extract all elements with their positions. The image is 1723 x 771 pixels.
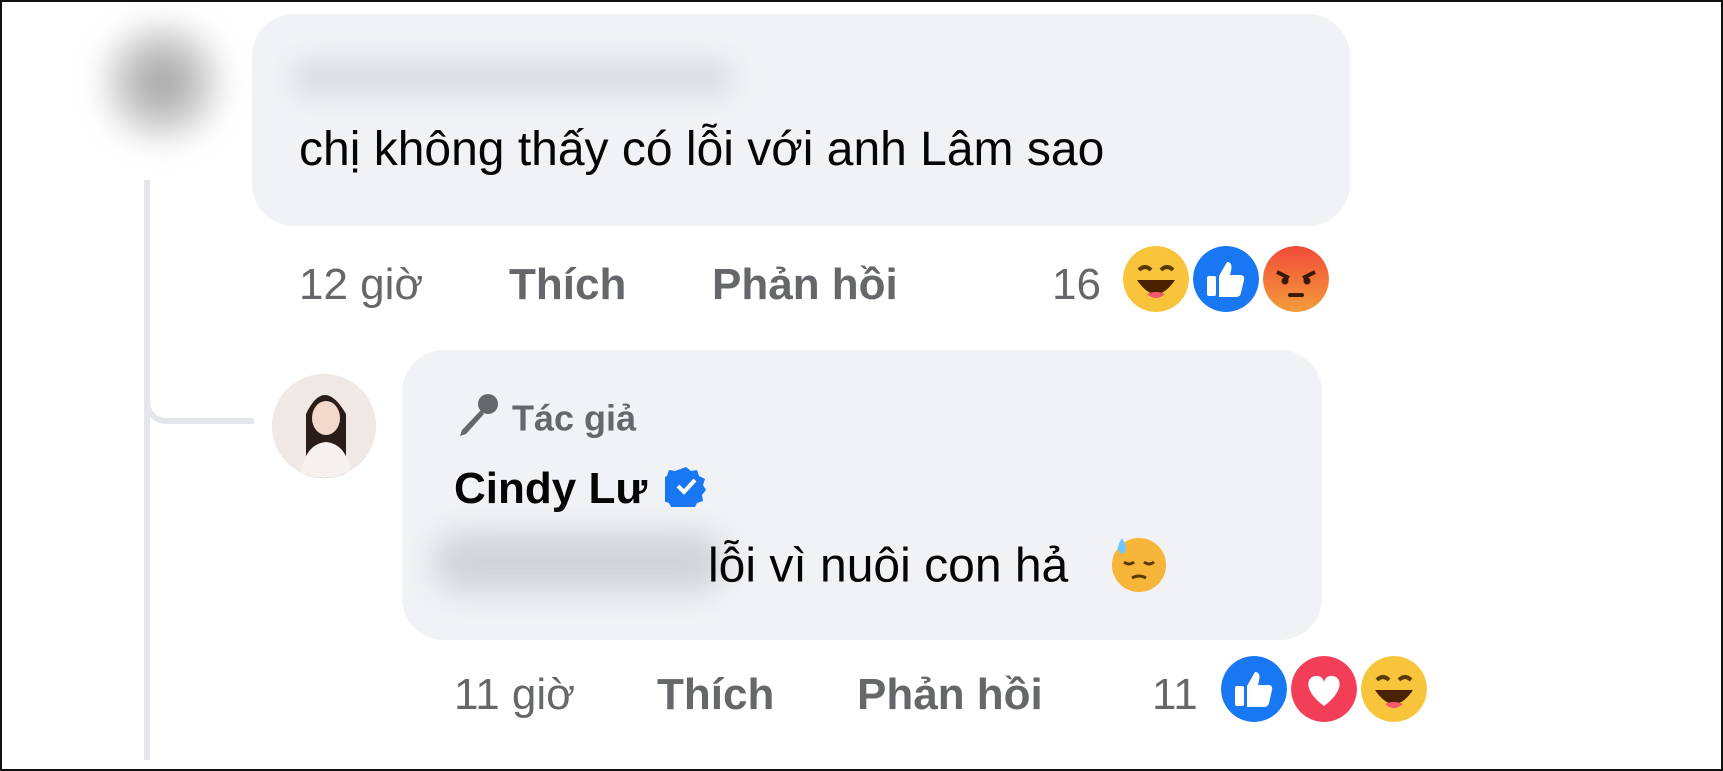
reply-reply-button[interactable]: Phản hồi (857, 670, 1043, 720)
verified-badge-icon (660, 465, 707, 518)
reply-text-content: lỗi vì nuôi con hả (708, 539, 1069, 593)
author-name[interactable]: Cindy Lư (454, 464, 647, 513)
reply-connector-line (144, 362, 254, 424)
author-avatar[interactable] (272, 374, 376, 478)
author-name-row[interactable]: Cindy Lư (454, 464, 707, 518)
haha-icon[interactable] (1119, 242, 1193, 316)
thread-line (144, 180, 150, 760)
blurred-avatar[interactable] (102, 22, 222, 142)
angry-icon[interactable] (1259, 242, 1333, 316)
microphone-icon (454, 390, 502, 447)
reply-timestamp[interactable]: 11 giờ (454, 670, 575, 720)
comment-bubble (252, 14, 1350, 226)
like-icon[interactable] (1217, 652, 1291, 726)
downcast-sweat-emoji-icon (1108, 532, 1170, 606)
reply-text: lỗi vì nuôi con hả (708, 532, 1170, 606)
comment-reply-button[interactable]: Phản hồi (712, 260, 898, 310)
like-icon[interactable] (1189, 242, 1263, 316)
blurred-commenter-name[interactable] (292, 60, 732, 96)
reply-like-button[interactable]: Thích (657, 670, 774, 720)
blurred-reply-text (434, 532, 724, 592)
comment-thread: chị không thấy có lỗi với anh Lâm sao 12… (0, 0, 1723, 771)
reply-reaction-count[interactable]: 11 (1152, 670, 1198, 720)
haha-icon[interactable] (1357, 652, 1431, 726)
author-badge-label: Tác giả (512, 397, 637, 439)
comment-like-button[interactable]: Thích (509, 260, 626, 310)
author-badge: Tác giả (454, 390, 636, 447)
comment-text: chị không thấy có lỗi với anh Lâm sao (299, 123, 1105, 176)
comment-reaction-count[interactable]: 16 (1052, 260, 1101, 310)
love-icon[interactable] (1287, 652, 1361, 726)
comment-timestamp[interactable]: 12 giờ (299, 260, 423, 310)
